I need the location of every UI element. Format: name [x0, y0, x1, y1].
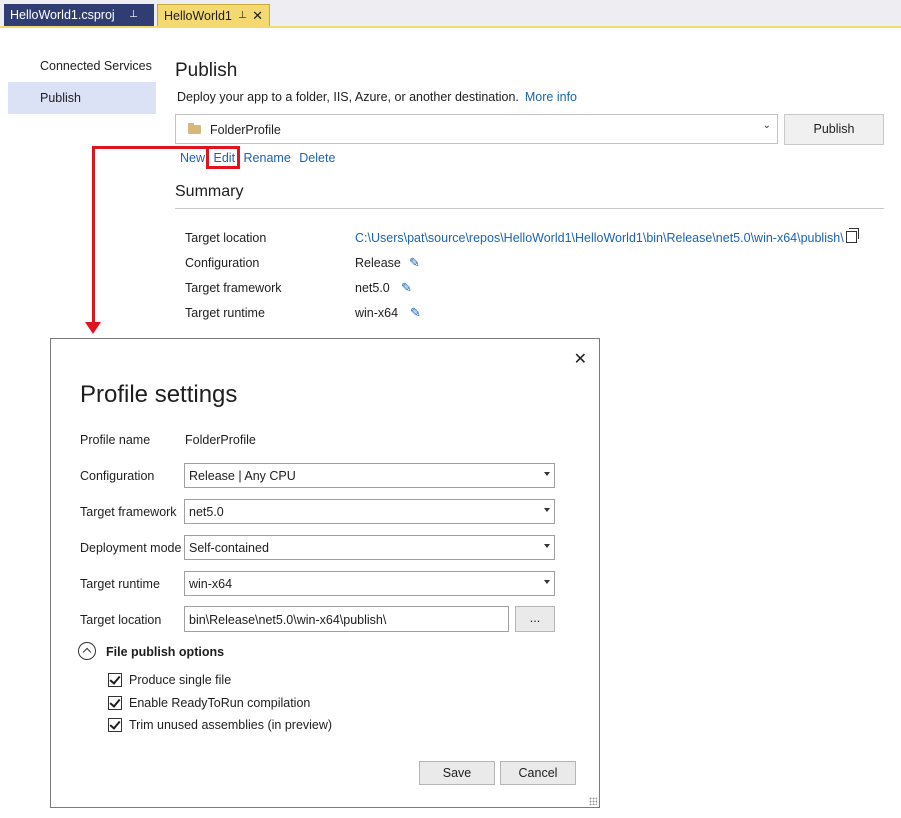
profile-dropdown[interactable]: FolderProfile ⌄ [175, 114, 778, 144]
target-framework-value: net5.0 [189, 505, 224, 519]
produce-single-file-checkbox[interactable] [108, 673, 122, 687]
summary-label-target-location: Target location [185, 231, 267, 245]
profile-actions: New Edit Rename Delete [180, 151, 340, 165]
target-runtime-value: win-x64 [189, 577, 233, 591]
summary-value-target-framework: net5.0 [355, 281, 390, 295]
deployment-mode-label: Deployment mode [80, 541, 182, 555]
profile-settings-dialog: ✕ Profile settings Profile name FolderPr… [50, 338, 600, 808]
chevron-down-icon: ⌄ [762, 120, 771, 131]
ready-to-run-label: Enable ReadyToRun compilation [129, 696, 311, 710]
tab-label: HelloWorld1 [164, 9, 232, 23]
profile-name-value: FolderProfile [185, 433, 256, 447]
new-link[interactable]: New [180, 151, 205, 165]
sidebar: Connected Services Publish [8, 50, 156, 114]
dropdown-arrow-icon [544, 472, 550, 476]
annotation-arrow-head [85, 322, 101, 334]
publish-button[interactable]: Publish [784, 114, 884, 145]
browse-button[interactable]: ... [515, 606, 555, 632]
edit-pencil-icon[interactable]: ✎ [409, 255, 420, 271]
dialog-title: Profile settings [80, 381, 238, 408]
sidebar-item-publish[interactable]: Publish [8, 82, 156, 114]
description-text: Deploy your app to a folder, IIS, Azure,… [177, 90, 519, 104]
target-framework-dropdown[interactable]: net5.0 [184, 499, 555, 524]
summary-label-configuration: Configuration [185, 256, 260, 270]
configuration-label: Configuration [80, 469, 155, 483]
sidebar-item-connected-services[interactable]: Connected Services [8, 50, 156, 82]
resize-grip[interactable] [589, 797, 597, 805]
tab-helloworld1[interactable]: HelloWorld1 ⊥ ✕ [157, 4, 270, 26]
close-icon[interactable]: ✕ [574, 349, 587, 369]
close-icon[interactable]: ✕ [252, 5, 263, 27]
target-location-label: Target location [80, 613, 162, 627]
summary-divider [175, 208, 884, 209]
tab-helloworld1-csproj[interactable]: HelloWorld1.csproj ⊥ [4, 4, 154, 26]
summary-label-target-framework: Target framework [185, 281, 282, 295]
collapse-chevron-icon[interactable] [78, 642, 96, 660]
edit-highlight-box [206, 146, 240, 169]
profile-dropdown-value: FolderProfile [210, 123, 281, 137]
cancel-button[interactable]: Cancel [500, 761, 576, 785]
summary-heading: Summary [175, 183, 244, 200]
dropdown-arrow-icon [544, 544, 550, 548]
pin-icon[interactable]: ⊥ [238, 5, 247, 27]
page-title: Publish [175, 60, 238, 81]
target-runtime-dropdown[interactable]: win-x64 [184, 571, 555, 596]
annotation-arrow-vertical [92, 146, 95, 326]
configuration-dropdown[interactable]: Release | Any CPU [184, 463, 555, 488]
edit-pencil-icon[interactable]: ✎ [410, 305, 421, 321]
target-location-value: bin\Release\net5.0\win-x64\publish\ [189, 613, 387, 627]
deployment-mode-dropdown[interactable]: Self-contained [184, 535, 555, 560]
summary-value-configuration: Release [355, 256, 401, 270]
dropdown-arrow-icon [544, 580, 550, 584]
edit-pencil-icon[interactable]: ✎ [401, 280, 412, 296]
file-publish-options-header[interactable]: File publish options [106, 645, 224, 659]
copy-icon[interactable] [846, 228, 859, 243]
summary-label-target-runtime: Target runtime [185, 306, 265, 320]
dropdown-arrow-icon [544, 508, 550, 512]
page-description: Deploy your app to a folder, IIS, Azure,… [177, 90, 577, 104]
deployment-mode-value: Self-contained [189, 541, 269, 555]
target-framework-label: Target framework [80, 505, 177, 519]
target-runtime-label: Target runtime [80, 577, 160, 591]
produce-single-file-label: Produce single file [129, 673, 232, 687]
delete-link[interactable]: Delete [299, 151, 335, 165]
folder-icon [188, 123, 201, 134]
more-info-link[interactable]: More info [525, 90, 577, 104]
annotation-arrow-horizontal [92, 146, 207, 149]
summary-value-target-location[interactable]: C:\Users\pat\source\repos\HelloWorld1\He… [355, 231, 844, 245]
pin-icon[interactable]: ⊥ [129, 4, 138, 26]
configuration-value: Release | Any CPU [189, 469, 296, 483]
tab-label: HelloWorld1.csproj [10, 8, 115, 22]
trim-assemblies-label: Trim unused assemblies (in preview) [129, 718, 333, 732]
rename-link[interactable]: Rename [244, 151, 291, 165]
ready-to-run-checkbox[interactable] [108, 696, 122, 710]
summary-value-target-runtime: win-x64 [355, 306, 399, 320]
profile-name-label: Profile name [80, 433, 151, 447]
save-button[interactable]: Save [419, 761, 495, 785]
trim-assemblies-checkbox[interactable] [108, 718, 122, 732]
target-location-input[interactable]: bin\Release\net5.0\win-x64\publish\ [184, 606, 509, 632]
tab-strip-accent-line [0, 26, 901, 28]
